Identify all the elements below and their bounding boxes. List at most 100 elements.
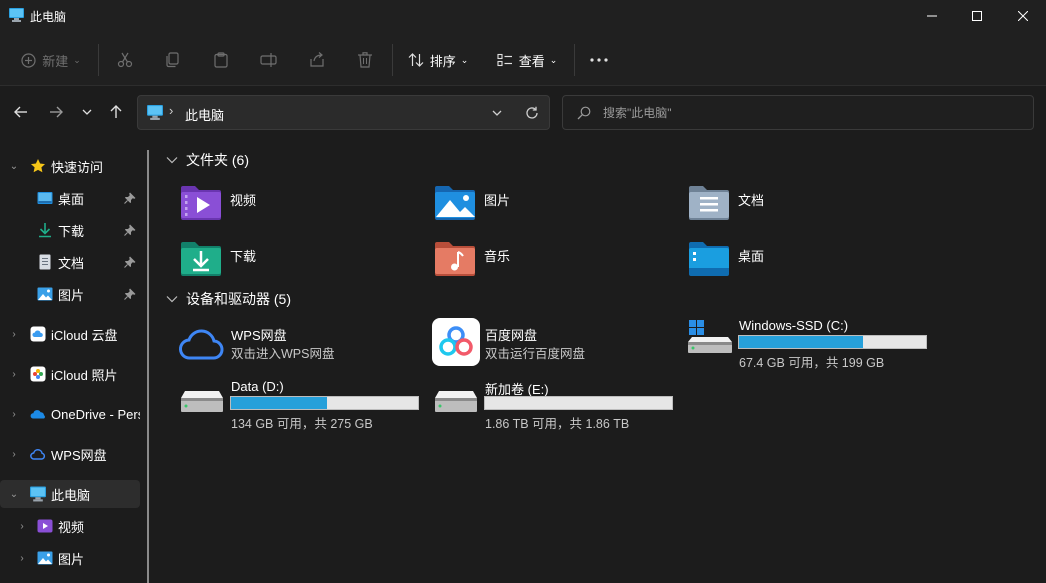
more-options-button[interactable]	[586, 46, 612, 74]
up-button[interactable]	[104, 100, 128, 124]
search-box[interactable]	[562, 95, 1034, 130]
folder-label: 下载	[230, 249, 257, 264]
pin-icon[interactable]	[124, 192, 136, 204]
picture-icon	[37, 551, 53, 565]
devices-group-header[interactable]: 设备和驱动器 (5)	[166, 289, 291, 309]
copy-button[interactable]	[160, 46, 186, 74]
maximize-button[interactable]	[954, 0, 1000, 32]
breadcrumb-this-pc[interactable]: 此电脑	[185, 105, 224, 124]
share-button[interactable]	[304, 46, 330, 74]
sidebar-item-this-pc[interactable]: ⌄ 此电脑	[0, 480, 140, 508]
clipboard-icon	[214, 52, 228, 68]
more-dots-icon	[590, 58, 608, 62]
device-drive-d[interactable]: Data (D:) 134 GB 可用，共 275 GB	[180, 379, 430, 435]
forward-button[interactable]	[44, 100, 68, 124]
minimize-button[interactable]	[909, 0, 955, 32]
pin-icon[interactable]	[124, 288, 136, 300]
new-button[interactable]: 新建 ⌄	[18, 46, 84, 74]
back-button[interactable]	[9, 100, 33, 124]
chevron-down-icon[interactable]: ⌄	[8, 161, 20, 172]
sidebar-item-label: iCloud 云盘	[51, 327, 118, 343]
search-icon	[577, 106, 591, 120]
sidebar-item-wps-cloud[interactable]: › WPS网盘	[0, 440, 140, 468]
folder-desktop[interactable]: 桌面	[688, 238, 938, 286]
device-name: Windows-SSD (C:)	[739, 318, 849, 333]
sidebar-item-desktop[interactable]: 桌面	[0, 184, 140, 212]
sidebar-item-label: WPS网盘	[51, 447, 107, 463]
picture-icon	[37, 287, 53, 301]
sidebar-item-onedrive[interactable]: › OneDrive - Pers	[0, 400, 140, 428]
pin-icon[interactable]	[124, 256, 136, 268]
icloud-photos-icon	[30, 366, 46, 382]
cut-button[interactable]	[112, 46, 138, 74]
music-folder-icon	[435, 242, 475, 276]
this-pc-icon	[9, 8, 24, 22]
address-dropdown-icon[interactable]	[492, 110, 502, 116]
sidebar-item-downloads[interactable]: 下载	[0, 216, 140, 244]
device-drive-e[interactable]: 新加卷 (E:) 1.86 TB 可用，共 1.86 TB	[434, 379, 684, 435]
folders-group-title: 文件夹 (6)	[186, 152, 249, 168]
chevron-right-icon[interactable]: ›	[8, 329, 20, 340]
close-button[interactable]	[1000, 0, 1046, 32]
breadcrumb-chevron-icon: ›	[169, 103, 174, 118]
sidebar-item-label: iCloud 照片	[51, 367, 118, 383]
chevron-down-icon	[82, 109, 92, 115]
sidebar-item-videos[interactable]: › 视频	[0, 512, 140, 540]
rename-button[interactable]	[256, 46, 282, 74]
device-baidu-netdisk[interactable]: 百度网盘 双击运行百度网盘	[432, 318, 682, 374]
drive-usage-bar	[738, 335, 927, 349]
refresh-icon[interactable]	[525, 106, 539, 120]
device-drive-c[interactable]: Windows-SSD (C:) 67.4 GB 可用，共 199 GB	[687, 318, 987, 374]
icloud-drive-icon	[30, 326, 46, 342]
sidebar-scrollbar[interactable]	[147, 150, 149, 583]
chevron-right-icon[interactable]: ›	[8, 409, 20, 420]
sidebar-item-icloud-photos[interactable]: › iCloud 照片	[0, 360, 140, 388]
sidebar-item-label: OneDrive - Pers	[51, 406, 140, 422]
sidebar-item-label: 文档	[58, 255, 85, 271]
search-input[interactable]	[603, 104, 1003, 122]
device-subtitle: 1.86 TB 可用，共 1.86 TB	[485, 417, 630, 431]
rename-icon	[260, 53, 277, 67]
delete-button[interactable]	[352, 46, 378, 74]
wps-cloud-icon	[179, 329, 224, 360]
folder-downloads[interactable]: 下载	[180, 238, 430, 286]
this-pc-icon	[147, 105, 163, 120]
folder-pictures[interactable]: 图片	[434, 182, 684, 230]
star-icon	[31, 159, 45, 173]
trash-icon	[358, 52, 372, 68]
paste-button[interactable]	[208, 46, 234, 74]
sidebar-item-icloud-drive[interactable]: › iCloud 云盘	[0, 320, 140, 348]
command-bar: 新建 ⌄ 排序 ⌄ 查看 ⌄	[0, 32, 1046, 86]
chevron-right-icon[interactable]: ›	[16, 553, 28, 564]
sidebar-item-documents[interactable]: 文档	[0, 248, 140, 276]
hard-drive-icon	[435, 391, 477, 412]
chevron-down-icon	[166, 296, 178, 303]
sidebar-item-pictures-pc[interactable]: › 图片	[0, 544, 140, 572]
pin-icon[interactable]	[124, 224, 136, 236]
device-subtitle: 134 GB 可用，共 275 GB	[231, 417, 373, 431]
chevron-right-icon[interactable]: ›	[16, 521, 28, 532]
desktop-icon	[37, 192, 53, 204]
sidebar-item-pictures[interactable]: 图片	[0, 280, 140, 308]
sidebar-item-quick-access[interactable]: ⌄ 快速访问	[0, 152, 140, 180]
chevron-right-icon[interactable]: ›	[8, 449, 20, 460]
sidebar-item-label: 下载	[58, 223, 85, 239]
chevron-down-icon: ⌄	[549, 54, 558, 65]
folder-music[interactable]: 音乐	[434, 238, 684, 286]
sidebar-item-label: 视频	[58, 519, 85, 535]
folder-documents[interactable]: 文档	[688, 182, 938, 230]
recent-locations-button[interactable]	[75, 100, 99, 124]
chevron-down-icon: ⌄	[460, 54, 469, 65]
toolbar-divider	[392, 44, 393, 76]
device-wps-cloud[interactable]: WPS网盘 双击进入WPS网盘	[178, 318, 428, 374]
folders-group-header[interactable]: 文件夹 (6)	[166, 150, 249, 170]
view-button[interactable]: 查看 ⌄	[493, 46, 561, 74]
sort-button[interactable]: 排序 ⌄	[404, 46, 472, 74]
chevron-right-icon[interactable]: ›	[8, 369, 20, 380]
chevron-down-icon[interactable]: ⌄	[8, 489, 20, 500]
address-bar[interactable]: › 此电脑	[137, 95, 550, 130]
windows-drive-icon	[688, 320, 732, 353]
copy-icon	[166, 52, 179, 68]
folder-videos[interactable]: 视频	[180, 182, 430, 230]
arrow-up-icon	[110, 105, 122, 118]
